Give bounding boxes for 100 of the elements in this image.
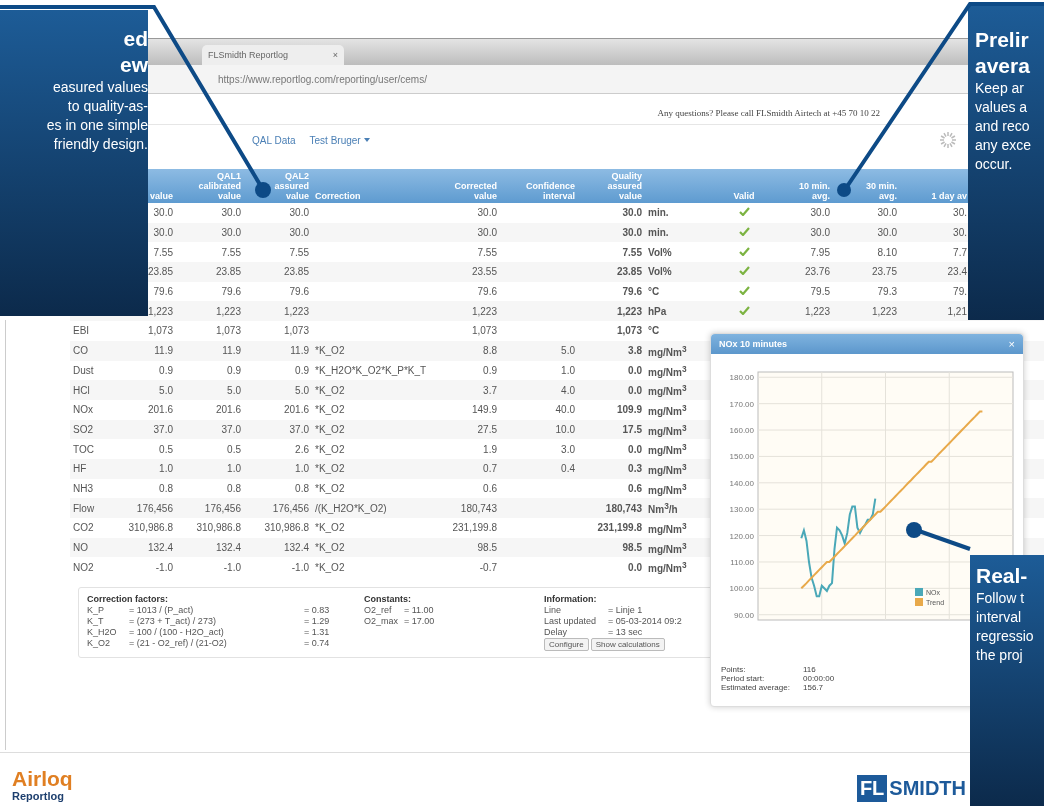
table-cell-text: 11.9 bbox=[221, 345, 242, 357]
table-cell-text: 3.8 bbox=[627, 345, 643, 357]
table-cell-text: 5.0 bbox=[294, 384, 310, 396]
table-cell-text: 23.4 bbox=[946, 266, 968, 278]
stat-value: 116 bbox=[803, 665, 817, 674]
loading-spinner-icon bbox=[938, 130, 958, 150]
action-button[interactable]: Configure bbox=[544, 638, 589, 652]
table-cell-text: *K_O2 bbox=[314, 384, 346, 396]
product-subtitle: Reportlog bbox=[12, 790, 65, 802]
table-cell-text: 0.7 bbox=[482, 463, 498, 475]
table-cell-text: 1,223 bbox=[282, 305, 310, 317]
close-button[interactable]: × bbox=[1008, 338, 1015, 350]
table-cell-text: 0.3 bbox=[627, 463, 643, 475]
table-cell-text: 98.5 bbox=[476, 542, 498, 554]
callout-text: and reco bbox=[975, 117, 1030, 136]
axis-tick-label: 150.00 bbox=[729, 452, 754, 462]
table-cell-text: 0.6 bbox=[627, 482, 643, 494]
table-cell-text: mg/Nm$^{3}$ bbox=[647, 441, 688, 457]
table-cell-text: 0.5 bbox=[158, 443, 174, 455]
column-header[interactable]: Valid bbox=[730, 191, 758, 203]
callout-text: Keep ar bbox=[975, 79, 1025, 98]
factor-text: = 0.83 bbox=[304, 605, 331, 616]
table-cell-text: *K_O2 bbox=[314, 482, 346, 494]
table-cell-text: 30. bbox=[952, 207, 968, 219]
table-cell-text: 0.0 bbox=[627, 561, 643, 573]
column-header[interactable]: QAL1 calibrated value bbox=[186, 171, 244, 203]
table-cell-text: 7.55 bbox=[152, 246, 174, 258]
factor-text: = (273 + T_act) / 273) bbox=[129, 616, 217, 627]
table-cell-text: 0.5 bbox=[226, 443, 242, 455]
table-cell-text: NH3 bbox=[72, 482, 94, 494]
table-cell-text: 231,199.8 bbox=[451, 522, 498, 534]
stat-label: Points: bbox=[721, 665, 747, 674]
table-cell-text: 79.3 bbox=[876, 286, 898, 298]
table-cell-text: 0.9 bbox=[226, 364, 242, 376]
column-header[interactable]: Corrected value bbox=[444, 181, 500, 203]
table-cell-text: 109.9 bbox=[615, 404, 643, 416]
table-cell-text: 98.5 bbox=[621, 542, 643, 554]
factor-text: = 1013 / (P_act) bbox=[129, 605, 195, 616]
table-cell-text: 201.6 bbox=[146, 404, 174, 416]
table-cell-text: 7.95 bbox=[809, 246, 831, 258]
table-cell-text: 79.6 bbox=[476, 286, 498, 298]
table-cell-text: 1,223 bbox=[470, 305, 498, 317]
table-cell-text: 1.0 bbox=[158, 463, 174, 475]
table-cell-text: 79.6 bbox=[220, 286, 242, 298]
constant-text: = 11.00 bbox=[404, 605, 435, 616]
table-cell-text: 1,223 bbox=[214, 305, 242, 317]
support-text: Any questions? Please call FLSmidth Airtech at +45 70 10 22 bbox=[657, 108, 880, 118]
table-cell-text: mg/Nm$^{3}$ bbox=[647, 402, 688, 417]
table-cell-text: Nm$^{3}$/h bbox=[647, 501, 679, 516]
table-cell-text: Dust bbox=[72, 364, 95, 376]
table-cell-text: 4.0 bbox=[560, 384, 576, 396]
table-cell-text: 201.6 bbox=[214, 404, 242, 416]
factor-text: = 1.31 bbox=[304, 627, 331, 638]
table-cell-text: mg/Nm$^{3}$ bbox=[647, 481, 688, 496]
axis-tick-label: 160.00 bbox=[729, 426, 754, 436]
factor-text: K_T bbox=[87, 616, 105, 627]
table-cell-text: NO bbox=[72, 542, 89, 554]
table-cell-text: 2.6 bbox=[294, 443, 310, 455]
table-cell-text: 30.0 bbox=[876, 207, 898, 219]
action-button[interactable]: Show calculations bbox=[590, 638, 665, 652]
table-cell-text: 30.0 bbox=[809, 227, 831, 239]
section-title: Constants: bbox=[364, 594, 412, 605]
axis-tick-label: 90.00 bbox=[733, 610, 754, 620]
factor-text: = 1.29 bbox=[304, 616, 331, 627]
table-cell-text: mg/Nm$^{3}$ bbox=[647, 461, 688, 476]
table-cell-text: °C bbox=[647, 286, 661, 298]
table-cell-text: 1,073 bbox=[146, 325, 174, 337]
table-cell-text: 1,21 bbox=[946, 305, 968, 317]
browser-tab[interactable]: FLSmidth Reportlog × bbox=[202, 45, 344, 65]
table-cell-text: 10.0 bbox=[554, 423, 576, 435]
popup-title: NOx 10 minutes bbox=[719, 339, 788, 349]
axis-tick-label: 120.00 bbox=[729, 531, 754, 541]
table-cell-text: 1.0 bbox=[226, 463, 242, 475]
column-header[interactable]: QAL2 assured value bbox=[254, 171, 312, 203]
column-header[interactable]: 1 day av bbox=[928, 191, 970, 203]
nav-link[interactable]: Test Bruger bbox=[309, 134, 370, 146]
column-header[interactable]: Confidence interval bbox=[520, 181, 578, 203]
column-header[interactable]: Correction bbox=[312, 191, 364, 203]
info-text: = Linje 1 bbox=[608, 605, 644, 616]
axis-tick-label: 170.00 bbox=[729, 399, 754, 409]
table-cell-text: 180,743 bbox=[604, 502, 643, 514]
section-title: Correction factors: bbox=[87, 594, 169, 605]
axis-tick-label: 130.00 bbox=[729, 505, 754, 515]
table-cell-text: 30.0 bbox=[152, 227, 174, 239]
info-text: = 05-03-2014 09:2 bbox=[608, 616, 682, 627]
table-cell-text: 23.85 bbox=[214, 266, 242, 278]
axis-tick-label: 110.00 bbox=[730, 557, 754, 567]
column-header[interactable]: value bbox=[147, 191, 176, 203]
column-header[interactable]: 10 min. avg. bbox=[785, 181, 833, 203]
product-name: Airloq bbox=[12, 768, 73, 790]
table-cell-text: 0.9 bbox=[158, 364, 174, 376]
address-bar[interactable]: https://www.reportlog.com/reporting/user/cems/ bbox=[218, 73, 427, 85]
factor-text: = (21 - O2_ref) / (21-O2) bbox=[129, 638, 228, 649]
nav-link[interactable]: QAL Data bbox=[252, 134, 296, 146]
table-cell-text: 5.0 bbox=[560, 345, 576, 357]
constant-text: = 17.00 bbox=[404, 616, 436, 627]
table-cell-text: 0.9 bbox=[482, 364, 498, 376]
column-header[interactable]: Quality assured value bbox=[587, 171, 645, 203]
column-header[interactable]: 30 min. avg. bbox=[850, 181, 900, 203]
table-cell-text: 0.0 bbox=[627, 443, 643, 455]
